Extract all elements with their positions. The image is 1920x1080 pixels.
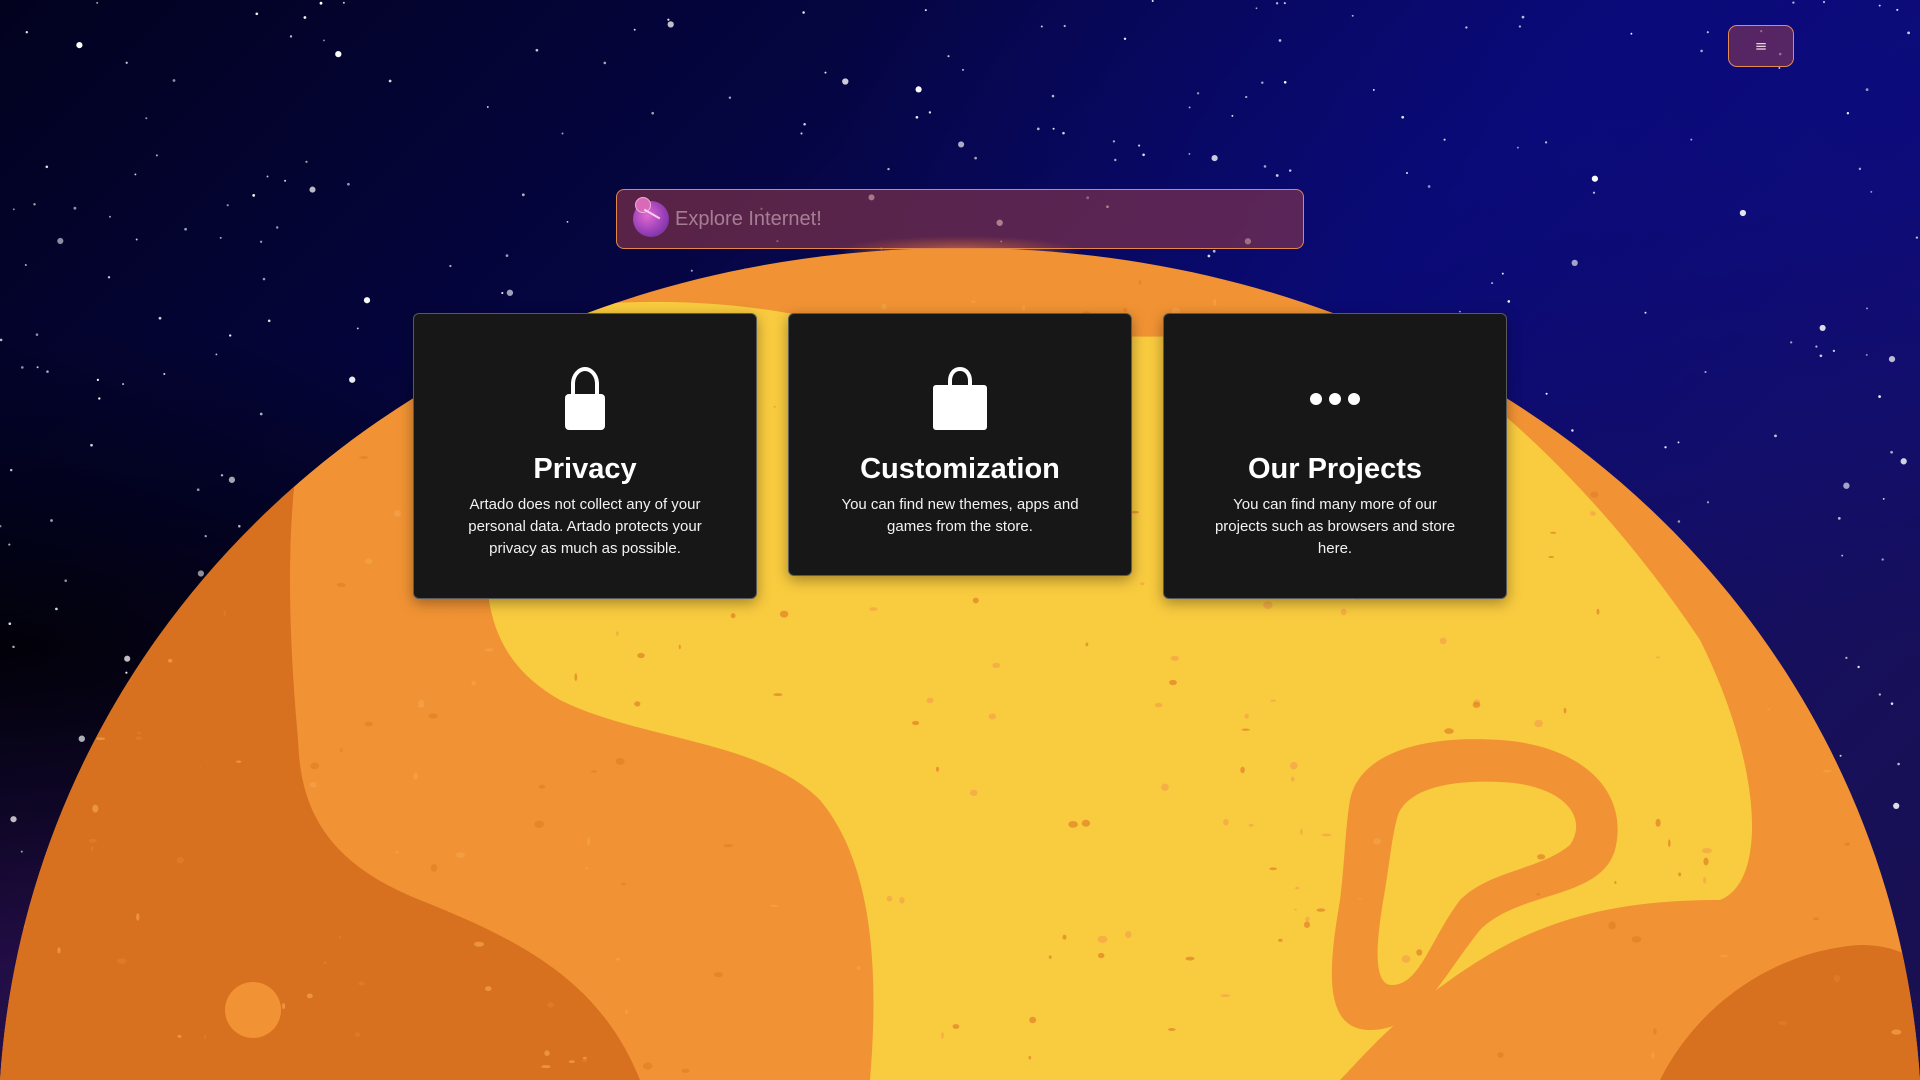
artado-logo-icon bbox=[633, 197, 669, 237]
card-title: Customization bbox=[860, 453, 1060, 485]
search-input[interactable] bbox=[669, 189, 1303, 249]
search-bar bbox=[616, 189, 1304, 249]
card-title: Privacy bbox=[533, 453, 637, 485]
feature-card-projects: Our Projects You can find many more of o… bbox=[1163, 313, 1507, 599]
more-dots-icon bbox=[1310, 393, 1360, 405]
card-description: Artado does not collect any of your pers… bbox=[468, 495, 702, 557]
shopping-bag-icon bbox=[933, 366, 987, 430]
homepage: ≡ Privacy Artado does not collect any of… bbox=[0, 0, 1920, 1080]
lock-icon bbox=[565, 366, 605, 430]
card-description: You can find many more of our projects s… bbox=[1214, 495, 1456, 557]
menu-button[interactable]: ≡ bbox=[1728, 25, 1794, 67]
feature-card-customization: Customization You can find new themes, a… bbox=[788, 313, 1132, 576]
feature-card-privacy: Privacy Artado does not collect any of y… bbox=[413, 313, 757, 599]
card-title: Our Projects bbox=[1247, 453, 1423, 485]
card-description: You can find new themes, apps and games … bbox=[841, 495, 1079, 535]
